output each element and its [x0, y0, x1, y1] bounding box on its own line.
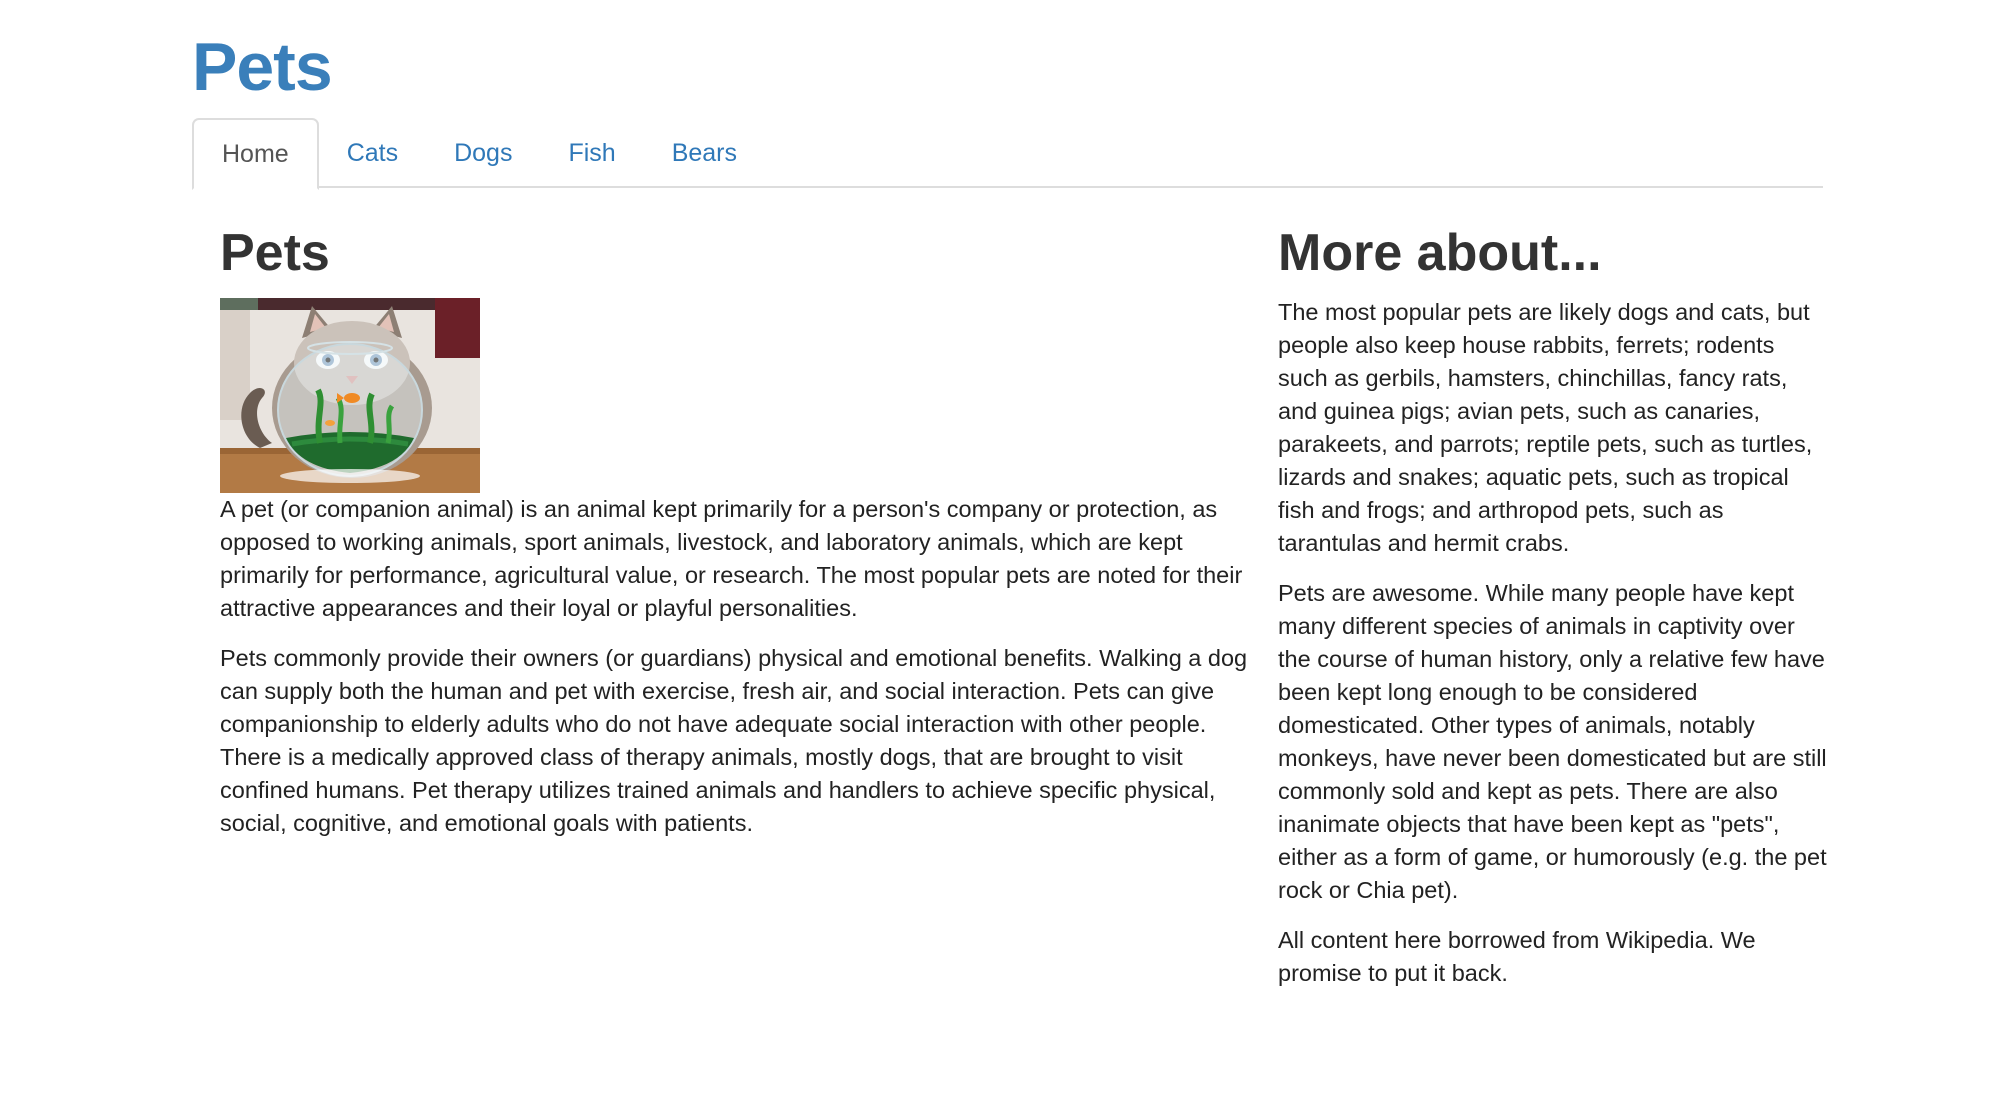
- main-heading: Pets: [220, 224, 330, 282]
- main-content: Pets A pet (or companion animal) is an a…: [220, 220, 1250, 857]
- aside-paragraph-2: Pets are awesome. While many people have…: [1278, 580, 1827, 903]
- aside-heading: More about...: [1278, 224, 1602, 282]
- cat-fishbowl-image: [220, 298, 480, 493]
- tab-cats[interactable]: Cats: [319, 118, 426, 188]
- tab-dogs[interactable]: Dogs: [426, 118, 540, 188]
- sidebar-more-about: More about... The most popular pets are …: [1278, 220, 1828, 1007]
- nav-tabs: Home Cats Dogs Fish Bears: [192, 118, 1823, 190]
- tab-home[interactable]: Home: [192, 118, 319, 190]
- site-title: Pets: [192, 29, 333, 105]
- main-paragraph-2: Pets commonly provide their owners (or g…: [220, 645, 1248, 836]
- tab-fish[interactable]: Fish: [540, 118, 643, 188]
- tab-bears[interactable]: Bears: [644, 118, 765, 188]
- main-paragraph-1: A pet (or companion animal) is an animal…: [220, 496, 1243, 621]
- nav-tab-list: Home Cats Dogs Fish Bears: [192, 118, 1823, 190]
- aside-paragraph-1: The most popular pets are likely dogs an…: [1278, 299, 1813, 556]
- aside-paragraph-3: All content here borrowed from Wikipedia…: [1278, 927, 1756, 986]
- page: Pets Home Cats Dogs Fish Bears Pets A pe…: [0, 0, 2000, 1095]
